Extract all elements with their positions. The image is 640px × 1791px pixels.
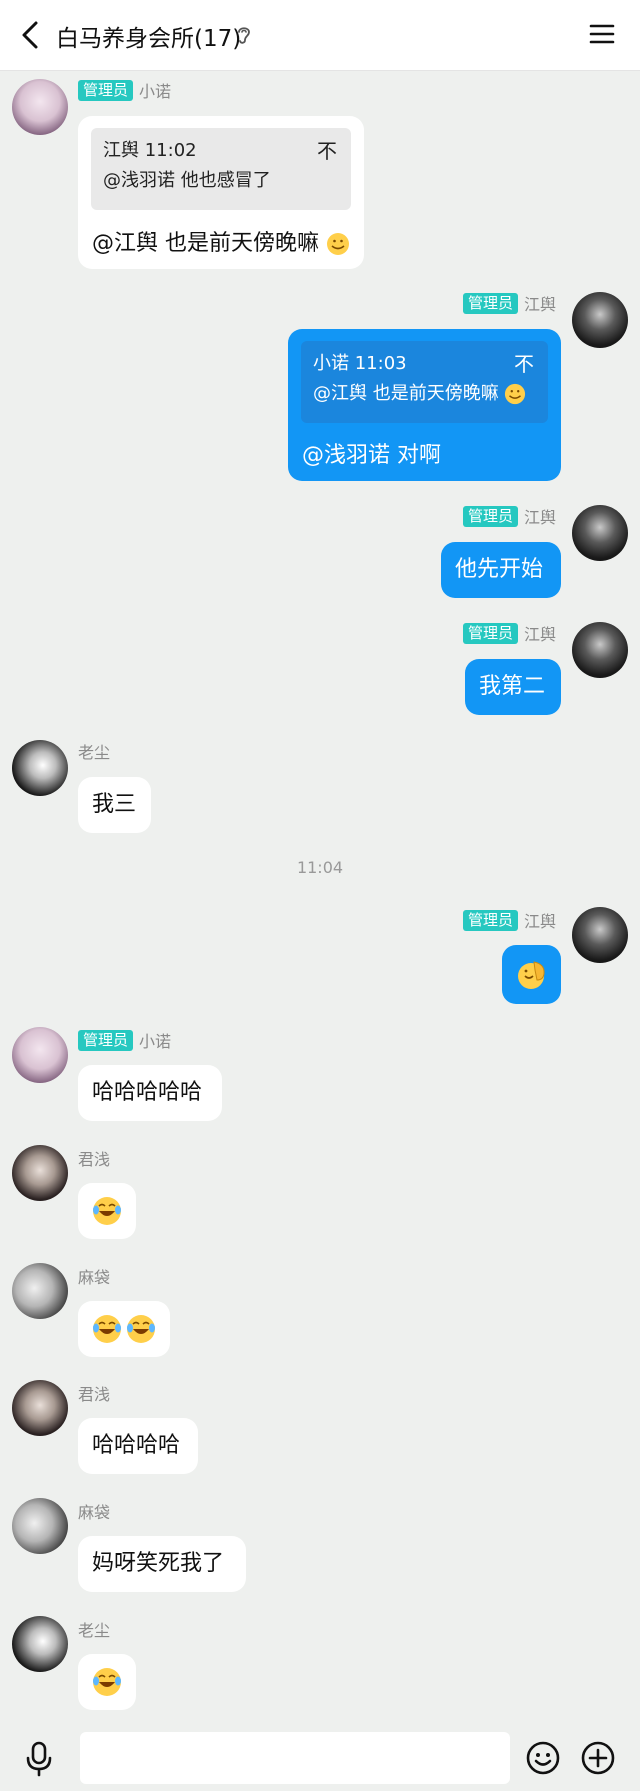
sender-name: 君浅 (78, 1385, 111, 1404)
message-bubble[interactable]: 小诺 11:03 @江舆 也是前天傍晚嘛 不 @浅羽诺 对啊 (288, 329, 561, 481)
sender-meta: 麻袋 (78, 1265, 110, 1287)
quote-header: 小诺 11:03 (313, 353, 407, 374)
avatar-xiaonuo[interactable] (12, 1027, 68, 1083)
admin-badge: 管理员 (78, 1029, 134, 1051)
laugh-cry-emoji (127, 1315, 155, 1343)
quote-text: @江舆 也是前天傍晚嘛 (313, 379, 536, 409)
laugh-cry-emoji (93, 1197, 121, 1225)
admin-badge: 管理员 (462, 622, 518, 644)
sender-meta: 管理员 江舆 (462, 505, 556, 527)
laugh-cry-emoji (93, 1315, 121, 1343)
sender-name: 君浅 (78, 1150, 111, 1169)
sender-name: 江舆 (523, 508, 556, 527)
sender-meta: 管理员 小诺 (78, 79, 171, 101)
message-bubble[interactable] (78, 1654, 136, 1710)
admin-badge: 管理员 (78, 79, 134, 101)
message-text: 哈哈哈哈 (92, 1433, 181, 1458)
quote-pin: 不 (317, 139, 337, 163)
message-bubble[interactable]: 我三 (78, 777, 151, 833)
quoted-message[interactable]: 江舆 11:02 @浅羽诺 他也感冒了 不 (91, 128, 351, 210)
back-arrow-icon[interactable] (14, 17, 50, 53)
message-text: 他先开始 (455, 557, 544, 582)
message-text: 我三 (92, 792, 137, 817)
message-bubble[interactable] (78, 1183, 136, 1239)
quoted-message[interactable]: 小诺 11:03 @江舆 也是前天傍晚嘛 不 (301, 341, 548, 423)
quote-header: 江舆 11:02 (103, 140, 197, 161)
message-text: 哈哈哈哈哈 (92, 1080, 203, 1105)
message-bubble[interactable]: 他先开始 (441, 542, 561, 598)
message-bubble[interactable]: 哈哈哈哈哈 (78, 1065, 222, 1121)
avatar-jiangyu[interactable] (572, 505, 628, 561)
emoji-face-icon[interactable] (525, 1740, 561, 1776)
message-bubble[interactable]: 妈呀笑死我了 (78, 1536, 246, 1592)
plus-icon[interactable] (580, 1740, 616, 1776)
sender-name: 老尘 (78, 1621, 111, 1640)
sender-meta: 管理员 江舆 (462, 909, 556, 931)
avatar-laochen[interactable] (12, 740, 68, 796)
sender-name: 小诺 (139, 1032, 172, 1051)
sender-meta: 管理员 小诺 (78, 1029, 171, 1051)
sender-meta: 老尘 (78, 1618, 110, 1640)
sender-name: 麻袋 (78, 1268, 111, 1287)
avatar-xiaonuo[interactable] (12, 79, 68, 135)
time-divider: 11:04 (296, 858, 344, 877)
message-bubble[interactable]: 我第二 (465, 659, 561, 715)
admin-badge: 管理员 (462, 292, 518, 314)
quote-pin: 不 (514, 352, 534, 376)
avatar-jiangyu[interactable] (572, 907, 628, 963)
avatar-junqian[interactable] (12, 1380, 68, 1436)
message-bubble[interactable]: 江舆 11:02 @浅羽诺 他也感冒了 不 @江舆 也是前天傍晚嘛 (78, 116, 364, 269)
input-bar (0, 1722, 640, 1791)
sender-name: 江舆 (523, 912, 556, 931)
avatar-jiangyu[interactable] (572, 622, 628, 678)
message-text: @江舆 也是前天傍晚嘛 (92, 229, 350, 259)
message-text: @浅羽诺 对啊 (302, 443, 441, 468)
grin-sweat-emoji (505, 383, 526, 405)
sender-name: 麻袋 (78, 1503, 111, 1522)
group-title[interactable]: 白马养身会所(17) (56, 19, 241, 53)
grin-sweat-emoji (327, 233, 349, 255)
chat-header: 白马养身会所(17) (0, 0, 640, 71)
avatar-laochen[interactable] (12, 1616, 68, 1672)
hand-pat-emoji (518, 961, 545, 989)
sender-meta: 管理员 江舆 (462, 292, 556, 314)
sender-name: 江舆 (523, 295, 556, 314)
sender-meta: 君浅 (78, 1382, 110, 1404)
sender-meta: 麻袋 (78, 1500, 110, 1522)
avatar-junqian[interactable] (12, 1145, 68, 1201)
sender-meta: 老尘 (78, 740, 110, 762)
message-text-content: @江舆 也是前天傍晚嘛 (92, 231, 319, 256)
avatar-madai[interactable] (12, 1263, 68, 1319)
sender-meta: 君浅 (78, 1147, 110, 1169)
ear-icon (238, 27, 250, 44)
microphone-icon[interactable] (22, 1740, 56, 1778)
message-bubble[interactable] (78, 1301, 170, 1357)
message-bubble[interactable]: 哈哈哈哈 (78, 1418, 198, 1474)
sender-name: 小诺 (139, 82, 172, 101)
admin-badge: 管理员 (462, 909, 518, 931)
message-bubble[interactable] (502, 945, 561, 1004)
sender-name: 老尘 (78, 743, 111, 762)
quote-text: @浅羽诺 他也感冒了 (103, 170, 271, 191)
message-input[interactable] (80, 1732, 510, 1784)
sender-meta: 管理员 江舆 (462, 622, 556, 644)
avatar-madai[interactable] (12, 1498, 68, 1554)
laugh-cry-emoji (93, 1668, 121, 1696)
message-text: 妈呀笑死我了 (92, 1551, 225, 1576)
sender-name: 江舆 (523, 625, 556, 644)
menu-icon[interactable] (588, 20, 616, 48)
admin-badge: 管理员 (462, 505, 518, 527)
message-text: 我第二 (479, 674, 546, 699)
avatar-jiangyu[interactable] (572, 292, 628, 348)
quote-text-content: @江舆 也是前天傍晚嘛 (313, 383, 499, 404)
